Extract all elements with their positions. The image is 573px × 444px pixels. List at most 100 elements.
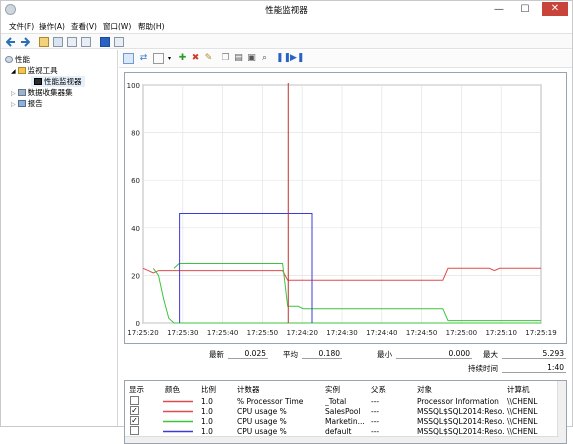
performance-icon — [5, 56, 13, 63]
collapsed-triangle-icon[interactable]: ▷ — [11, 90, 16, 97]
add-counter-icon[interactable]: ✚ — [177, 53, 188, 64]
color-swatch — [163, 430, 193, 433]
average-label: 平均 — [283, 350, 298, 359]
computer-cell: \\CHENL — [507, 407, 538, 416]
header-scale[interactable]: 比例 — [201, 384, 216, 395]
tree-item-reports[interactable]: ▷ 报告 — [11, 98, 43, 109]
paste-counter-list-icon[interactable]: ▤ — [233, 53, 244, 64]
object-cell: Processor Information — [417, 397, 499, 406]
scale-cell: 1.0 — [201, 397, 213, 406]
export-list-icon[interactable] — [81, 37, 91, 47]
update-data-icon[interactable]: ▶❚ — [290, 53, 304, 64]
graph-frame: 0 20 40 60 80 100 17:25:20 17:25:30 17:25:40 17:2… — [124, 72, 567, 344]
legend-row[interactable]: 1.0 % Processor Time _Total --- Processo… — [125, 396, 555, 406]
menu-action[interactable]: 操作(A) — [39, 21, 65, 32]
maximum-value: 5.293 — [502, 348, 566, 359]
computer-cell: \\CHENL — [507, 397, 538, 406]
y-tick-label: 40 — [131, 225, 140, 233]
instance-cell: default — [325, 427, 352, 436]
scale-cell: 1.0 — [201, 427, 213, 436]
header-computer[interactable]: 计算机 — [507, 384, 530, 395]
tree-item-label: 性能监视器 — [44, 77, 82, 86]
tree-item-data-collector-sets[interactable]: ▷ 数据收集器集 — [11, 87, 73, 98]
maximize-button[interactable]: ☐ — [514, 3, 536, 17]
show-checkbox[interactable] — [130, 396, 139, 405]
tree-item-performance[interactable]: 性能 — [5, 54, 30, 65]
legend-vertical-scrollbar[interactable] — [557, 381, 566, 443]
show-checkbox[interactable]: ✓ — [130, 416, 139, 425]
legend-row[interactable]: 1.0 CPU usage % default --- MSSQL$SQL201… — [125, 426, 555, 436]
view-current-activity-icon[interactable] — [123, 53, 134, 64]
legend-horizontal-scrollbar[interactable] — [125, 436, 559, 443]
tree-item-monitoring-tools[interactable]: ◢ 监视工具 — [11, 65, 58, 76]
header-instance[interactable]: 实例 — [325, 384, 340, 395]
collapsed-triangle-icon[interactable]: ▷ — [11, 101, 16, 108]
show-checkbox[interactable]: ✓ — [130, 406, 139, 415]
y-tick-label: 0 — [136, 320, 140, 328]
close-button[interactable]: ✕ — [542, 2, 568, 16]
tree-item-label: 数据收集器集 — [27, 88, 73, 97]
counter-legend: 显示 颜色 比例 计数器 实例 父系 对象 计算机 1.0 % Processo… — [124, 380, 567, 444]
show-hide-tree-icon[interactable] — [53, 37, 63, 47]
menu-help[interactable]: 帮助(H) — [138, 21, 165, 32]
instance-cell: Marketin... — [325, 417, 365, 426]
header-parent[interactable]: 父系 — [371, 384, 386, 395]
counter-cell: CPU usage % — [237, 427, 287, 436]
properties-icon[interactable] — [67, 37, 77, 47]
graph-type-dropdown-icon[interactable]: ▾ — [164, 53, 175, 64]
header-color[interactable]: 颜色 — [165, 384, 180, 395]
folder-icon — [17, 67, 26, 74]
y-tick-label: 20 — [131, 272, 140, 280]
help-icon[interactable] — [100, 37, 110, 47]
header-counter[interactable]: 计数器 — [237, 384, 260, 395]
freeze-display-icon[interactable]: ❚❚ — [276, 53, 291, 64]
performance-chart[interactable]: 0 20 40 60 80 100 17:25:20 17:25:30 17:25:40 17:2… — [125, 73, 566, 343]
x-tick-label: 17:25:00 — [446, 329, 477, 337]
properties-icon[interactable]: ▣ — [246, 53, 257, 64]
parent-cell: --- — [371, 407, 380, 416]
menu-view[interactable]: 查看(V) — [71, 21, 97, 32]
copy-properties-icon[interactable]: ❐ — [220, 53, 231, 64]
x-tick-label: 17:25:30 — [167, 329, 198, 337]
x-tick-label: 17:25:40 — [207, 329, 238, 337]
menu-file[interactable]: 文件(F) — [9, 21, 34, 32]
expanded-triangle-icon[interactable]: ◢ — [11, 68, 16, 75]
zoom-icon[interactable]: ⌕ — [259, 53, 270, 64]
instance-cell: SalesPool — [325, 407, 361, 416]
y-tick-label: 100 — [127, 82, 140, 90]
header-object[interactable]: 对象 — [417, 384, 432, 395]
up-folder-icon[interactable] — [39, 37, 49, 47]
scale-cell: 1.0 — [201, 417, 213, 426]
scale-cell: 1.0 — [201, 407, 213, 416]
view-log-data-icon[interactable]: ⇄ — [138, 53, 149, 64]
color-swatch — [163, 410, 193, 413]
y-tick-label: 60 — [131, 177, 140, 185]
minimize-button[interactable]: — — [488, 3, 510, 17]
last-label: 最新 — [209, 350, 224, 359]
tree-item-performance-monitor[interactable]: 性能监视器 — [31, 76, 85, 87]
show-checkbox[interactable] — [130, 426, 139, 435]
report-icon — [17, 100, 26, 107]
legend-row[interactable]: ✓ 1.0 CPU usage % SalesPool --- MSSQL$SQ… — [125, 406, 555, 416]
color-swatch — [163, 400, 193, 403]
instance-cell: _Total — [325, 397, 347, 406]
menu-window[interactable]: 窗口(W) — [103, 21, 131, 32]
change-graph-type-icon[interactable] — [153, 53, 164, 64]
highlight-icon[interactable]: ✎ — [203, 53, 214, 64]
computer-cell: \\CHENL — [507, 417, 538, 426]
minimum-value: 0.000 — [396, 348, 472, 359]
x-tick-label: 17:25:50 — [247, 329, 278, 337]
title-bar: 性能监视器 — ☐ ✕ — [1, 1, 572, 19]
forward-arrow-icon[interactable] — [20, 37, 30, 47]
tree-item-label: 监视工具 — [27, 66, 58, 75]
parent-cell: --- — [371, 427, 380, 436]
show-hide-action-pane-icon[interactable] — [114, 37, 124, 47]
back-arrow-icon[interactable] — [6, 37, 16, 47]
maximum-label: 最大 — [483, 350, 498, 359]
legend-row[interactable]: ✓ 1.0 CPU usage % Marketin... --- MSSQL$… — [125, 416, 555, 426]
header-show[interactable]: 显示 — [129, 384, 144, 395]
counter-cell: CPU usage % — [237, 407, 287, 416]
last-value: 0.025 — [228, 348, 268, 359]
delete-counter-icon[interactable]: ✖ — [190, 53, 201, 64]
color-swatch — [163, 420, 193, 423]
